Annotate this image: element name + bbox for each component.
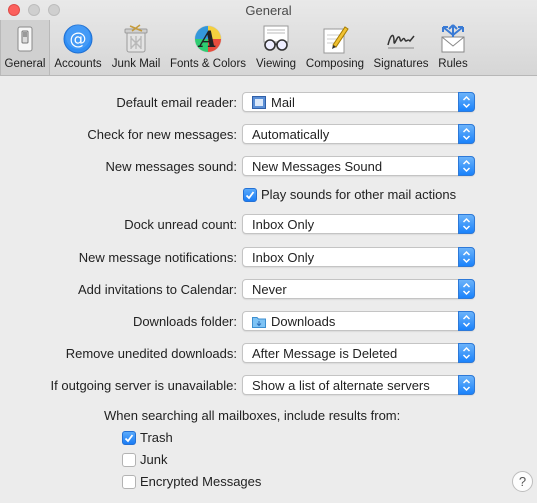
check-messages-popup[interactable]: Automatically	[242, 124, 475, 144]
chevron-updown-icon	[462, 95, 471, 109]
invitations-popup[interactable]: Never	[242, 279, 475, 299]
tab-label: Viewing	[255, 58, 297, 70]
invitations-value: Never	[252, 282, 287, 297]
font-palette-icon: A	[194, 25, 222, 53]
tab-accounts[interactable]: @ Accounts	[50, 20, 106, 75]
outgoing-server-label: If outgoing server is unavailable:	[50, 378, 237, 393]
chevron-updown-icon	[462, 282, 471, 296]
trash-can-icon	[124, 24, 148, 53]
checkmark-icon	[124, 434, 134, 443]
signature-icon	[387, 34, 415, 49]
remove-downloads-label: Remove unedited downloads:	[65, 346, 237, 361]
checkmark-icon	[245, 191, 255, 200]
chevron-updown-icon	[462, 314, 471, 328]
popup-stepper	[458, 279, 475, 299]
new-sound-label: New messages sound:	[105, 159, 237, 174]
tab-label: Rules	[438, 58, 468, 70]
folder-icon	[252, 317, 266, 328]
tab-label: Junk Mail	[111, 58, 161, 70]
notifications-value: Inbox Only	[252, 250, 315, 265]
remove-downloads-value: After Message is Deleted	[252, 346, 398, 361]
check-messages-label: Check for new messages:	[87, 127, 237, 142]
search-heading: When searching all mailboxes, include re…	[104, 408, 401, 423]
pencil-paper-icon	[323, 26, 349, 54]
tab-label: Accounts	[54, 58, 102, 70]
popup-stepper	[458, 311, 475, 331]
popup-stepper	[458, 156, 475, 176]
encrypted-label: Encrypted Messages	[140, 474, 262, 489]
chevron-updown-icon	[462, 378, 471, 392]
default-reader-label: Default email reader:	[116, 95, 237, 110]
envelope-arrows-icon	[441, 24, 465, 53]
outgoing-server-popup[interactable]: Show a list of alternate servers	[242, 375, 475, 395]
tab-signatures[interactable]: Signatures	[368, 20, 434, 75]
trash-checkbox[interactable]	[122, 431, 136, 445]
notifications-popup[interactable]: Inbox Only	[242, 247, 475, 267]
play-sounds-label: Play sounds for other mail actions	[261, 187, 457, 202]
tab-label: Composing	[305, 58, 365, 70]
svg-text:A: A	[197, 27, 216, 53]
popup-stepper	[458, 214, 475, 234]
glasses-icon	[263, 25, 289, 51]
junk-label: Junk	[140, 452, 168, 467]
window-title: General	[245, 3, 292, 18]
encrypted-checkbox[interactable]	[122, 475, 136, 489]
popup-stepper	[458, 92, 475, 112]
chevron-updown-icon	[462, 346, 471, 360]
mail-stamp-icon	[252, 96, 266, 109]
downloads-folder-popup[interactable]: Downloads	[242, 311, 475, 331]
dock-count-popup[interactable]: Inbox Only	[242, 214, 475, 234]
tab-label: Fonts & Colors	[169, 58, 247, 70]
tab-label: General	[4, 58, 46, 70]
notifications-label: New message notifications:	[78, 250, 237, 265]
dock-count-value: Inbox Only	[252, 217, 315, 232]
help-button[interactable]: ?	[512, 471, 533, 492]
remove-downloads-popup[interactable]: After Message is Deleted	[242, 343, 475, 363]
junk-checkbox[interactable]	[122, 453, 136, 467]
tab-fonts-colors[interactable]: A Fonts & Colors	[166, 20, 250, 75]
chevron-updown-icon	[462, 127, 471, 141]
downloads-folder-label: Downloads folder:	[132, 314, 237, 329]
at-sign-icon: @	[63, 24, 93, 54]
popup-stepper	[458, 124, 475, 144]
trash-label: Trash	[140, 430, 173, 445]
invitations-label: Add invitations to Calendar:	[78, 282, 237, 297]
default-reader-popup[interactable]: Mail	[242, 92, 475, 112]
tab-composing[interactable]: Composing	[302, 20, 368, 75]
tab-rules[interactable]: Rules	[434, 20, 472, 75]
popup-stepper	[458, 343, 475, 363]
outgoing-server-value: Show a list of alternate servers	[252, 378, 430, 393]
downloads-folder-value: Downloads	[271, 314, 336, 329]
dock-count-label: Dock unread count:	[124, 217, 237, 232]
popup-stepper	[458, 247, 475, 267]
new-sound-popup[interactable]: New Messages Sound	[242, 156, 475, 176]
check-messages-value: Automatically	[252, 127, 330, 142]
chevron-updown-icon	[462, 250, 471, 264]
tab-general[interactable]: General	[0, 20, 50, 75]
tab-junk-mail[interactable]: Junk Mail	[106, 20, 166, 75]
tab-label: Signatures	[373, 58, 429, 70]
svg-text:@: @	[70, 30, 87, 50]
chevron-updown-icon	[462, 217, 471, 231]
popup-stepper	[458, 375, 475, 395]
play-sounds-checkbox[interactable]	[243, 188, 257, 202]
default-reader-value: Mail	[271, 95, 295, 110]
tab-viewing[interactable]: Viewing	[250, 20, 302, 75]
window-chrome: General General @ Accounts Junk Mail A F…	[0, 0, 537, 76]
general-switch-icon	[17, 26, 33, 52]
chevron-updown-icon	[462, 159, 471, 173]
new-sound-value: New Messages Sound	[252, 159, 383, 174]
